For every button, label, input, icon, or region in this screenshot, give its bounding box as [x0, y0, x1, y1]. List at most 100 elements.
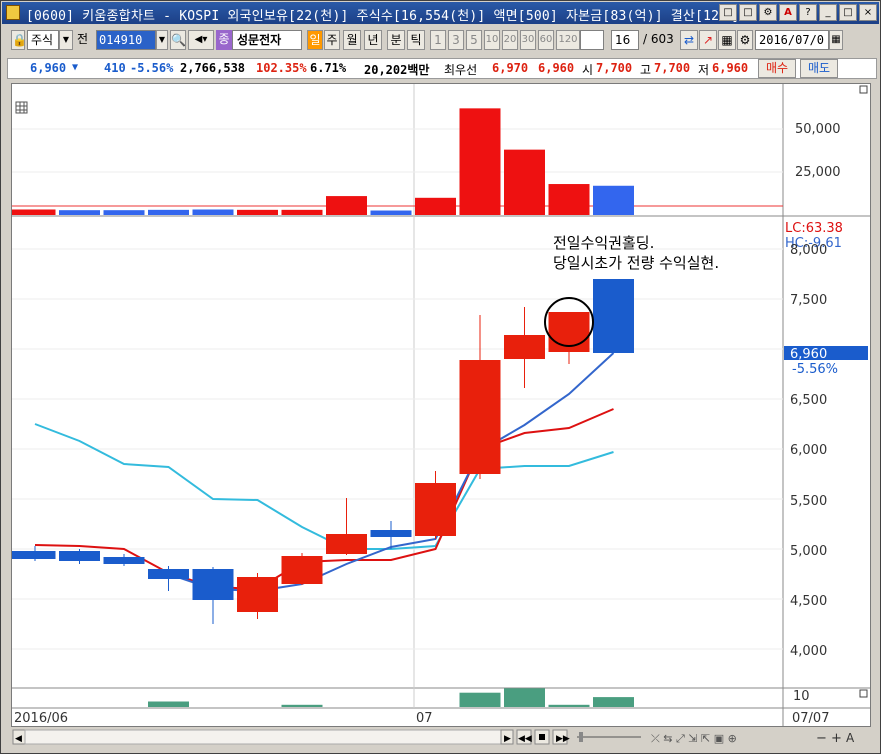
minute-10[interactable]: 10 — [484, 30, 500, 50]
close-button[interactable]: × — [859, 4, 877, 21]
period-month[interactable]: 월 — [343, 30, 361, 50]
calendar-icon[interactable]: ▦ — [829, 30, 843, 50]
indicator-bar — [459, 692, 501, 707]
lock-icon[interactable]: 🔒 — [11, 30, 27, 50]
minimize-button[interactable]: _ — [819, 4, 837, 21]
sell-button[interactable]: 매도 — [800, 59, 838, 78]
volume-bar — [326, 196, 367, 215]
grid-toggle-icon[interactable] — [15, 101, 28, 114]
date-input[interactable]: 2016/07/0 — [755, 30, 829, 50]
period-week[interactable]: 주 — [324, 30, 340, 50]
ma-short-line — [168, 352, 615, 593]
volume-bar — [148, 209, 189, 215]
minute-20[interactable]: 20 — [502, 30, 518, 50]
candle-body — [148, 569, 189, 579]
candle-body — [326, 534, 367, 554]
tools-icons[interactable]: ⤫ ⇆ ⤢ ⇲ ⇱ ▣ ⊕ — [651, 732, 737, 745]
chart-area[interactable]: 50,000 25,000 LC:63.38 HC:-9.61 8,000 7,… — [0, 83, 871, 727]
settings-gear-icon[interactable]: ⚙ — [737, 30, 753, 50]
candle-body — [103, 557, 145, 564]
price-tick-7500: 7,500 — [790, 293, 827, 308]
indicator-panel-close-icon[interactable] — [859, 689, 868, 698]
zoom-icon[interactable]: ⇄ — [680, 30, 698, 50]
candle-body — [281, 556, 323, 584]
price-tick-4000: 4,000 — [790, 644, 827, 659]
lc-label: LC:63.38 — [785, 221, 843, 236]
volume-bar — [548, 184, 590, 215]
current-price-axis-label: 6,960 — [790, 347, 827, 362]
search-icon[interactable]: 🔍 — [170, 30, 186, 50]
minute-5[interactable]: 5 — [466, 30, 482, 50]
candle-body — [59, 551, 100, 561]
price-tick-5500: 5,500 — [790, 494, 827, 509]
candle-body — [370, 530, 412, 537]
candle-body — [415, 483, 456, 536]
x-label-current-date: 07/07 — [792, 711, 829, 726]
volume-panel-close-icon[interactable] — [859, 85, 868, 94]
count-input[interactable]: 16 — [611, 30, 639, 50]
indicator-bar — [148, 701, 189, 707]
volume-tick-25000: 25,000 — [795, 165, 841, 180]
ask-price: 6,970 — [492, 61, 529, 75]
period-minute[interactable]: 분 — [387, 30, 405, 50]
line-tool-icon[interactable]: ↗ — [699, 30, 717, 50]
low-label: 저 — [698, 63, 710, 77]
candle-body — [593, 279, 634, 353]
text-tool-icon[interactable]: A — [846, 731, 855, 745]
chevron-down-icon[interactable]: ▼ — [59, 30, 73, 50]
period-year[interactable]: 년 — [364, 30, 382, 50]
window-list-button[interactable]: □ — [739, 4, 757, 21]
period-day[interactable]: 일 — [307, 30, 323, 50]
high-label: 고 — [640, 63, 652, 77]
tile-button[interactable]: □ — [719, 4, 737, 21]
navigation-bar: ◀ ▶ ◀◀ ▶▶ ⤫ ⇆ ⤢ ⇲ ⇱ ▣ ⊕ − + A — [11, 728, 871, 747]
navigation-bar-svg: ◀ ▶ ◀◀ ▶▶ ⤫ ⇆ ⤢ ⇲ ⇱ ▣ ⊕ − + A — [11, 728, 871, 747]
volume-bar — [0, 209, 56, 215]
zoom-in-icon[interactable]: + — [831, 731, 842, 746]
down-arrow-icon: ▼ — [72, 62, 79, 73]
minute-1[interactable]: 1 — [430, 30, 446, 50]
candle-body — [0, 551, 56, 559]
market-select[interactable]: 주식 — [27, 30, 59, 50]
minute-60[interactable]: 60 — [538, 30, 554, 50]
settings-button[interactable]: ⚙ — [759, 4, 777, 21]
price-tick-8000: 8,000 — [790, 243, 827, 258]
volume-bar — [415, 197, 456, 215]
minute-3[interactable]: 3 — [448, 30, 464, 50]
low-price: 6,960 — [712, 61, 749, 75]
turnover-rate: 6.71% — [310, 61, 347, 75]
svg-text:▶: ▶ — [504, 734, 511, 744]
quote-bar: 6,960 ▼ 410 -5.56% 2,766,538 102.35% 6.7… — [7, 58, 877, 79]
volume-bar — [593, 185, 634, 215]
current-price: 6,960 — [30, 61, 67, 75]
volume-bar — [59, 210, 100, 215]
price-tick-6500: 6,500 — [790, 393, 827, 408]
prev-label: 전 — [77, 32, 89, 46]
indicator-bar — [504, 688, 545, 707]
help-button[interactable]: ? — [799, 4, 817, 21]
code-input[interactable]: 014910 — [96, 30, 156, 50]
svg-text:▶▶: ▶▶ — [556, 734, 570, 744]
zoom-out-icon[interactable]: − — [816, 731, 827, 746]
indicator-bar — [593, 697, 634, 707]
code-dropdown-icon[interactable]: ▼ — [156, 30, 168, 50]
font-button[interactable]: A — [779, 4, 797, 21]
volume-tick-50000: 50,000 — [795, 122, 841, 137]
price-change-pct: -5.56% — [130, 61, 174, 75]
period-tick[interactable]: 틱 — [407, 30, 425, 50]
maximize-button[interactable]: □ — [839, 4, 857, 21]
volume-value: 2,766,538 — [180, 61, 246, 75]
minute-custom-input[interactable] — [580, 30, 604, 50]
horizontal-scrollbar[interactable] — [24, 729, 502, 745]
minute-120[interactable]: 120 — [556, 30, 580, 50]
price-chart-svg[interactable]: 50,000 25,000 LC:63.38 HC:-9.61 8,000 7,… — [0, 84, 870, 726]
speaker-icon[interactable]: ◀▾ — [188, 30, 214, 50]
open-label: 시 — [582, 63, 594, 77]
app-icon — [6, 5, 20, 20]
price-tick-5000: 5,000 — [790, 544, 827, 559]
x-label-july: 07 — [416, 711, 433, 726]
ma-long-line — [34, 423, 614, 550]
minute-30[interactable]: 30 — [520, 30, 536, 50]
buy-button[interactable]: 매수 — [758, 59, 796, 78]
chart-type-icon[interactable]: ▦ — [718, 30, 736, 50]
